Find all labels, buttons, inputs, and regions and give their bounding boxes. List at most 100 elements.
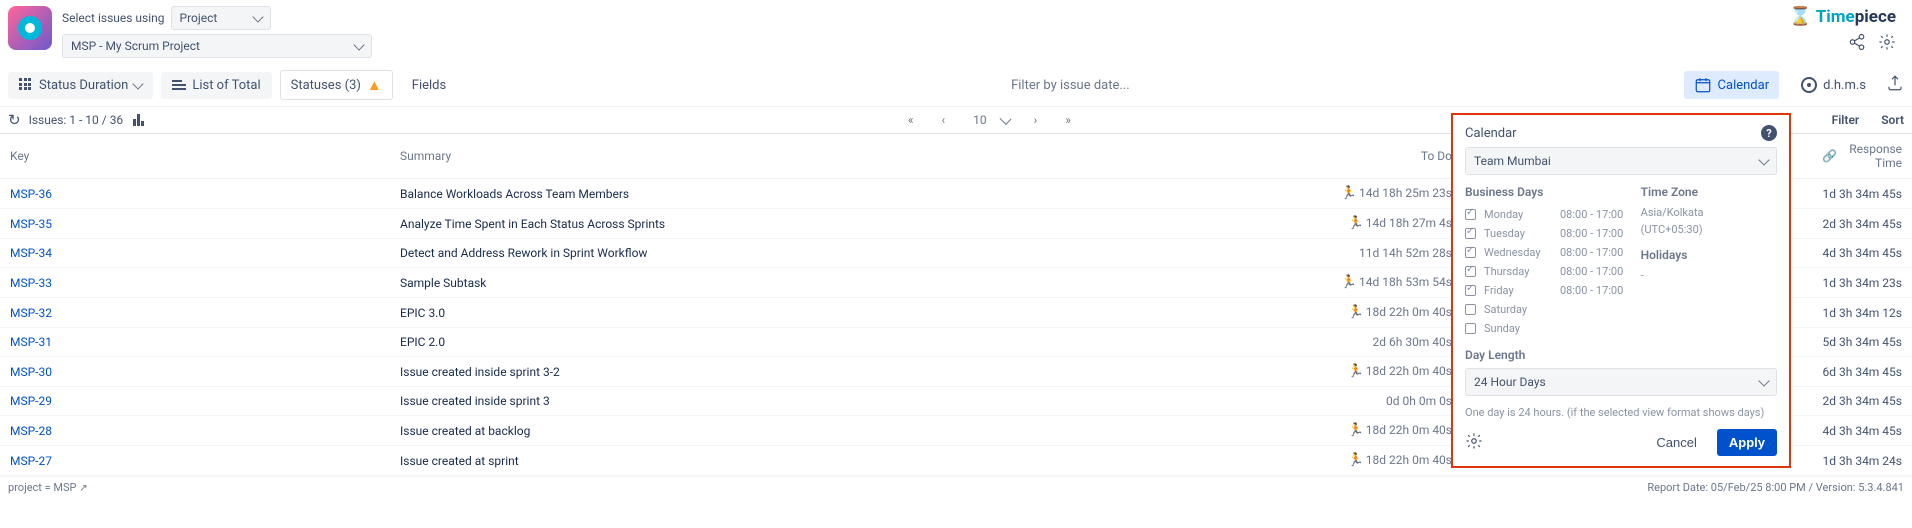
business-day-row: Thursday 08:00 - 17:00 (1465, 262, 1629, 281)
pager-prev[interactable]: ‹ (938, 111, 950, 129)
day-checkbox[interactable] (1465, 323, 1476, 334)
statuses-button[interactable]: Statuses (3) ▲ (280, 70, 393, 100)
issue-key[interactable]: MSP-36 (0, 179, 390, 209)
sort-button[interactable]: Sort (1881, 113, 1904, 127)
day-checkbox[interactable] (1465, 247, 1476, 258)
export-icon[interactable] (1886, 74, 1904, 96)
dhms-toggle[interactable]: d.h.m.s (1801, 77, 1866, 93)
header: Select issues using Project MSP - My Scr… (0, 0, 1912, 64)
filter-button[interactable]: Filter (1832, 113, 1860, 127)
day-hours: 08:00 - 17:00 (1560, 265, 1623, 278)
issue-source-select[interactable]: Project (171, 6, 271, 30)
chevron-down-icon (1758, 375, 1769, 386)
issue-key[interactable]: MSP-33 (0, 268, 390, 298)
list-of-total-button[interactable]: List of Total (161, 72, 271, 99)
issue-key[interactable]: MSP-32 (0, 298, 390, 328)
issue-key[interactable]: MSP-31 (0, 328, 390, 357)
warning-icon: ▲ (367, 76, 382, 94)
running-icon: 🏃 (1348, 305, 1364, 320)
col-response-time[interactable]: 🔗Response Time (1812, 134, 1912, 179)
status-duration-label: Status Duration (39, 78, 128, 93)
calendar-popover: Calendar ? Team Mumbai Business Days Mon… (1451, 113, 1791, 468)
todo-duration: 0d 0h 0m 0s (1102, 387, 1462, 416)
day-length-hint: One day is 24 hours. (if the selected vi… (1465, 406, 1777, 419)
help-icon[interactable]: ? (1761, 125, 1777, 141)
header-selectors: Select issues using Project MSP - My Scr… (62, 6, 372, 58)
issue-summary: EPIC 3.0 (390, 298, 1102, 328)
timezone-label: Time Zone (1641, 185, 1777, 199)
business-days-label: Business Days (1465, 185, 1629, 199)
response-time: 1d 3h 34m 24s (1812, 446, 1912, 476)
response-time: 1d 3h 34m 45s (1812, 179, 1912, 209)
refresh-icon[interactable]: ↻ (8, 111, 21, 129)
issue-summary: EPIC 2.0 (390, 328, 1102, 357)
calendar-button[interactable]: Calendar (1684, 71, 1780, 99)
issue-summary: Issue created inside sprint 3 (390, 387, 1102, 416)
day-length-label: Day Length (1465, 348, 1777, 362)
response-time: 1d 3h 34m 12s (1812, 298, 1912, 328)
col-key[interactable]: Key (0, 134, 390, 179)
share-icon[interactable] (1848, 33, 1866, 55)
chevron-down-icon (1758, 154, 1769, 165)
cancel-button[interactable]: Cancel (1644, 429, 1708, 456)
calendar-title: Calendar (1465, 126, 1517, 141)
issue-key[interactable]: MSP-27 (0, 446, 390, 476)
issue-key[interactable]: MSP-34 (0, 239, 390, 268)
issue-summary: Detect and Address Rework in Sprint Work… (390, 239, 1102, 268)
gear-icon[interactable] (1465, 432, 1483, 453)
team-select[interactable]: Team Mumbai (1465, 147, 1777, 175)
fields-label: Fields (412, 78, 446, 93)
col-todo[interactable]: To Do (1102, 134, 1462, 179)
todo-duration: 🏃14d 18h 27m 4s (1102, 209, 1462, 239)
page-size-select[interactable]: 10 (969, 111, 1010, 129)
issue-key[interactable]: MSP-28 (0, 416, 390, 446)
day-checkbox[interactable] (1465, 209, 1476, 220)
day-name: Thursday (1484, 265, 1552, 278)
pager-next[interactable]: › (1030, 111, 1042, 129)
holidays-label: Holidays (1641, 248, 1777, 262)
day-checkbox[interactable] (1465, 266, 1476, 277)
timezone-offset: (UTC+05:30) (1641, 222, 1777, 239)
chevron-down-icon (133, 78, 144, 89)
chevron-down-icon (353, 39, 364, 50)
day-checkbox[interactable] (1465, 228, 1476, 239)
fields-button[interactable]: Fields (401, 72, 457, 99)
response-time: 2d 3h 34m 45s (1812, 209, 1912, 239)
col-summary[interactable]: Summary (390, 134, 1102, 179)
project-value: MSP - My Scrum Project (71, 39, 200, 53)
status-duration-button[interactable]: Status Duration (8, 72, 153, 99)
day-checkbox[interactable] (1465, 304, 1476, 315)
response-time: 2d 3h 34m 45s (1812, 387, 1912, 416)
dhms-label: d.h.m.s (1823, 78, 1866, 93)
running-icon: 🏃 (1348, 216, 1364, 231)
day-length-select[interactable]: 24 Hour Days (1465, 368, 1777, 396)
project-select[interactable]: MSP - My Scrum Project (62, 34, 372, 58)
business-day-row: Tuesday08:00 - 17:00 (1465, 224, 1629, 243)
team-value: Team Mumbai (1474, 154, 1551, 168)
issue-key[interactable]: MSP-30 (0, 357, 390, 387)
business-day-row: Monday08:00 - 17:00 (1465, 205, 1629, 224)
footer: project = MSP ↗ Report Date: 05/Feb/25 8… (0, 476, 1912, 498)
todo-duration: 🏃18d 22h 0m 40s (1102, 357, 1462, 387)
chart-toggle[interactable] (133, 114, 147, 126)
business-day-row: Wednesday08:00 - 17:00 (1465, 243, 1629, 262)
running-icon: 🏃 (1348, 364, 1364, 379)
issue-key[interactable]: MSP-35 (0, 209, 390, 239)
pager-last[interactable]: » (1061, 111, 1075, 129)
grid-icon (19, 78, 33, 92)
apply-button[interactable]: Apply (1717, 429, 1777, 456)
issue-count: Issues: 1 - 10 / 36 (29, 113, 124, 127)
jql-text[interactable]: project = MSP ↗ (8, 481, 88, 494)
app-logo (8, 6, 52, 50)
issue-summary: Sample Subtask (390, 268, 1102, 298)
day-name: Friday (1484, 284, 1552, 297)
day-checkbox[interactable] (1465, 285, 1476, 296)
list-of-total-label: List of Total (192, 78, 260, 93)
issue-key[interactable]: MSP-29 (0, 387, 390, 416)
day-name: Sunday (1484, 322, 1552, 335)
filter-by-date[interactable]: Filter by issue date... (1011, 78, 1130, 93)
target-icon (1801, 77, 1817, 93)
day-length-value: 24 Hour Days (1474, 375, 1546, 389)
gear-icon[interactable] (1878, 33, 1896, 55)
pager-first[interactable]: « (904, 111, 918, 129)
